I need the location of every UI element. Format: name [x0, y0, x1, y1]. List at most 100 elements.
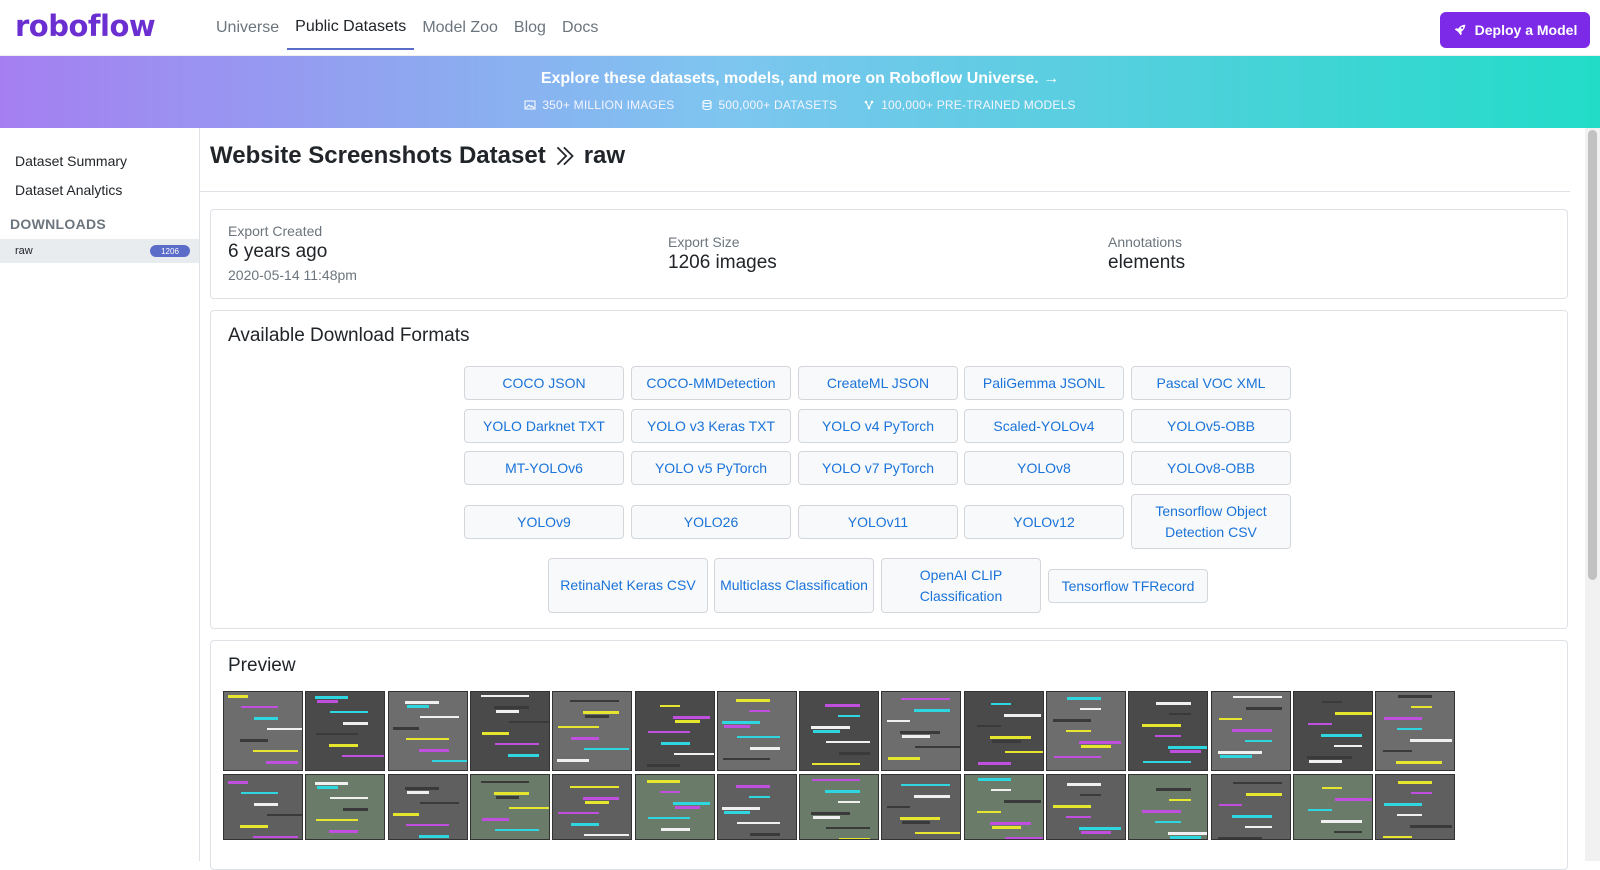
database-icon — [702, 100, 711, 111]
deploy-model-button[interactable]: Deploy a Model — [1440, 12, 1590, 48]
format-button-yolo-v3-keras-txt[interactable]: YOLO v3 Keras TXT — [631, 409, 791, 443]
annotation-box — [1410, 825, 1453, 828]
preview-thumbnail[interactable] — [1210, 691, 1291, 771]
format-button-yolo26[interactable]: YOLO26 — [631, 505, 791, 539]
format-button-coco-json[interactable]: COCO JSON — [464, 366, 624, 400]
annotation-box — [1219, 755, 1252, 758]
format-button-createml-json[interactable]: CreateML JSON — [798, 366, 958, 400]
banner-stat-images: 350+ MILLION IMAGES — [524, 98, 674, 112]
preview-thumbnail[interactable] — [963, 691, 1044, 771]
annotation-box — [493, 706, 529, 709]
export-size-value: 1206 images — [668, 252, 777, 273]
export-created-date: 2020-05-14 11:48pm — [228, 267, 357, 283]
annotation-box — [481, 818, 509, 821]
format-button-coco-mmdetection[interactable]: COCO-MMDetection — [631, 366, 791, 400]
preview-thumbnail[interactable] — [1046, 691, 1126, 771]
annotation-box — [316, 819, 359, 821]
annotation-box — [1066, 730, 1091, 732]
annotation-box — [495, 796, 519, 799]
format-button-scaled-yolov4[interactable]: Scaled-YOLOv4 — [964, 409, 1124, 443]
preview-thumbnail[interactable] — [634, 691, 715, 771]
format-button-yolov8[interactable]: YOLOv8 — [964, 451, 1124, 485]
preview-thumbnail[interactable] — [963, 774, 1044, 840]
universe-banner[interactable]: Explore these datasets, models, and more… — [0, 56, 1600, 128]
annotation-box — [585, 715, 610, 718]
preview-thumbnail[interactable] — [634, 774, 715, 840]
preview-thumbnail[interactable] — [552, 691, 633, 771]
annotation-box — [736, 822, 780, 824]
preview-thumbnail[interactable] — [305, 691, 386, 771]
page-scrollbar[interactable] — [1585, 128, 1600, 861]
annotation-box — [330, 797, 369, 799]
format-button-yolo-darknet-txt[interactable]: YOLO Darknet TXT — [464, 409, 624, 443]
preview-thumbnail[interactable] — [1046, 774, 1126, 840]
format-button-yolov12[interactable]: YOLOv12 — [964, 505, 1124, 539]
format-button-multiclass-classification[interactable]: Multiclass Classification — [714, 558, 874, 613]
preview-thumbnail[interactable] — [305, 774, 386, 840]
format-button-yolov9[interactable]: YOLOv9 — [464, 505, 624, 539]
annotation-box — [825, 790, 861, 793]
format-button-retinanet-keras-csv[interactable]: RetinaNet Keras CSV — [548, 558, 708, 613]
nav-link-model-zoo[interactable]: Model Zoo — [414, 6, 506, 50]
annotation-box — [254, 803, 278, 806]
annotation-box — [1217, 837, 1262, 839]
format-button-yolov11[interactable]: YOLOv11 — [798, 505, 958, 539]
format-button-mt-yolov6[interactable]: MT-YOLOv6 — [464, 451, 624, 485]
annotation-box — [901, 698, 951, 700]
roboflow-logo[interactable]: roboflow — [15, 9, 156, 43]
sidebar-item-dataset-analytics[interactable]: Dataset Analytics — [15, 182, 122, 198]
format-button-pascal-voc-xml[interactable]: Pascal VOC XML — [1131, 366, 1291, 400]
preview-thumbnail[interactable] — [469, 691, 550, 771]
preview-thumbnail[interactable] — [716, 774, 797, 840]
preview-thumbnail[interactable] — [1210, 774, 1291, 840]
preview-thumbnail[interactable] — [469, 774, 550, 840]
annotation-box — [584, 748, 630, 750]
format-button-yolov8-obb[interactable]: YOLOv8-OBB — [1131, 451, 1291, 485]
annotation-box — [914, 709, 951, 712]
banner-title[interactable]: Explore these datasets, models, and more… — [0, 70, 1600, 88]
preview-thumbnail[interactable] — [1292, 774, 1373, 840]
annotation-box — [392, 727, 419, 730]
preview-thumbnail[interactable] — [799, 774, 880, 840]
format-button-yolo-v4-pytorch[interactable]: YOLO v4 PyTorch — [798, 409, 958, 443]
preview-thumbnail[interactable] — [1375, 691, 1456, 771]
export-created-value: 6 years ago — [228, 241, 328, 262]
nav-link-universe[interactable]: Universe — [208, 6, 287, 50]
preview-thumbnail[interactable] — [716, 691, 797, 771]
preview-thumbnail[interactable] — [387, 691, 468, 771]
annotation-box — [343, 808, 369, 811]
preview-thumbnail[interactable] — [1128, 774, 1209, 840]
format-button-openai-clip-classification[interactable]: OpenAI CLIP Classification — [881, 558, 1041, 613]
nav-link-public-datasets[interactable]: Public Datasets — [287, 6, 415, 50]
preview-thumbnail[interactable] — [223, 691, 303, 771]
nav-link-docs[interactable]: Docs — [554, 6, 606, 50]
preview-thumbnail[interactable] — [1375, 774, 1456, 840]
preview-thumbnail[interactable] — [552, 774, 633, 840]
format-button-paligemma-jsonl[interactable]: PaliGemma JSONL — [964, 366, 1124, 400]
preview-thumbnail[interactable] — [881, 774, 962, 840]
format-button-yolo-v5-pytorch[interactable]: YOLO v5 PyTorch — [631, 451, 791, 485]
preview-thumbnail[interactable] — [1292, 691, 1373, 771]
format-button-tensorflow-object-detection-csv[interactable]: Tensorflow Object Detection CSV — [1131, 494, 1291, 549]
format-button-tensorflow-tfrecord[interactable]: Tensorflow TFRecord — [1048, 569, 1208, 603]
preview-thumbnail[interactable] — [223, 774, 303, 840]
annotation-box — [990, 703, 1011, 705]
annotation-box — [1383, 750, 1413, 752]
annotation-box — [329, 830, 359, 833]
annotation-box — [735, 785, 770, 788]
preview-thumbnail[interactable] — [799, 691, 880, 771]
annotation-box — [1383, 836, 1413, 838]
annotation-box — [1307, 723, 1332, 725]
nav-link-blog[interactable]: Blog — [506, 6, 554, 50]
format-button-yolov5-obb[interactable]: YOLOv5-OBB — [1131, 409, 1291, 443]
preview-thumbnail[interactable] — [881, 691, 962, 771]
annotation-box — [915, 746, 961, 748]
annotation-box — [481, 732, 509, 735]
format-button-yolo-v7-pytorch[interactable]: YOLO v7 PyTorch — [798, 451, 958, 485]
preview-thumbnail[interactable] — [1128, 691, 1209, 771]
sidebar-item-version-raw[interactable]: raw 1206 — [0, 239, 199, 263]
scrollbar-thumb[interactable] — [1588, 130, 1597, 580]
preview-thumbnail[interactable] — [387, 774, 468, 840]
annotation-box — [342, 755, 385, 757]
sidebar-item-dataset-summary[interactable]: Dataset Summary — [15, 153, 127, 169]
